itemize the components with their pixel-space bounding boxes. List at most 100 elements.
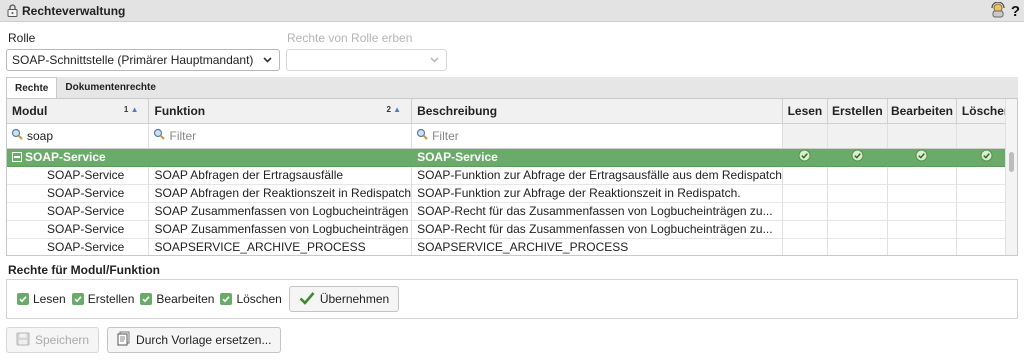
cell-funktion: SOAP Abfragen der Ertragsausfälle <box>148 166 413 185</box>
cell-lesen <box>782 238 828 255</box>
checkbox-loeschen[interactable]: Löschen <box>220 292 282 306</box>
filter-funktion-placeholder: Filter <box>169 128 197 143</box>
scrollbar-thumb[interactable] <box>1009 152 1014 172</box>
table-row[interactable]: SOAP-Service SOAP Abfragen der Reaktions… <box>7 184 1017 203</box>
group-erstellen <box>827 148 888 167</box>
check-icon <box>851 149 864 162</box>
rights-grid: Modul 1 ▲ Funktion 2 ▲ Beschreibung Lese… <box>6 98 1018 256</box>
table-row[interactable]: SOAP-Service SOAP Zusammenfassen von Log… <box>7 220 1017 239</box>
rolle-select[interactable]: SOAP-Schnittstelle (Primärer Hauptmandan… <box>6 49 280 71</box>
group-bearbeiten <box>887 148 958 167</box>
search-icon <box>416 128 428 143</box>
lock-icon <box>5 4 19 18</box>
check-icon <box>798 149 811 162</box>
cell-bearbeiten <box>887 238 958 255</box>
cell-lesen <box>782 202 828 221</box>
check-icon <box>915 149 928 162</box>
cell-bearbeiten <box>887 184 958 203</box>
filter-empty <box>782 123 828 149</box>
search-icon <box>153 128 166 143</box>
sort-indicator: 2 ▲ <box>386 105 402 114</box>
help-icon[interactable]: ? <box>1011 3 1020 21</box>
group-lesen <box>782 148 828 167</box>
column-header-modul[interactable]: Modul 1 ▲ <box>7 99 150 124</box>
apply-button[interactable]: Übernehmen <box>288 286 400 312</box>
rights-section-label: Rechte für Modul/Funktion <box>8 263 160 277</box>
cell-funktion: SOAP Zusammenfassen von Logbucheinträgen <box>148 202 413 221</box>
chevron-down-icon <box>262 53 273 70</box>
title-bar: Rechteverwaltung ? <box>0 0 1024 22</box>
cell-erstellen <box>827 166 888 185</box>
support-icon[interactable] <box>990 1 1006 21</box>
cell-bearbeiten <box>887 202 958 221</box>
document-icon <box>117 331 131 349</box>
tab-dokumentenrechte[interactable]: Dokumentenrechte <box>57 77 164 98</box>
cell-modul: SOAP-Service <box>7 238 150 255</box>
checkbox-checked-icon <box>220 293 233 305</box>
save-button[interactable]: Speichern <box>6 327 100 353</box>
erben-label: Rechte von Rolle erben <box>287 31 413 45</box>
checkmark-icon <box>299 291 315 308</box>
group-beschreibung: SOAP-Service <box>411 148 783 167</box>
cell-funktion: SOAP Zusammenfassen von Logbucheinträgen <box>148 220 413 239</box>
replace-with-template-button[interactable]: Durch Vorlage ersetzen... <box>107 327 282 353</box>
group-modul: SOAP-Service <box>7 148 150 167</box>
filter-beschreibung-placeholder: Filter <box>432 128 459 143</box>
column-header-lesen[interactable]: Lesen <box>782 99 828 124</box>
cell-bearbeiten <box>887 220 958 239</box>
cell-erstellen <box>827 184 888 203</box>
filter-modul[interactable]: soap <box>7 123 150 149</box>
checkbox-bearbeiten[interactable]: Bearbeiten <box>140 292 214 306</box>
filter-funktion[interactable]: Filter <box>148 123 413 149</box>
group-row[interactable]: SOAP-Service SOAP-Service <box>7 148 1017 167</box>
cell-beschreibung: SOAP-Funktion zur Abfrage der Ertragsaus… <box>411 166 783 185</box>
cell-beschreibung: SOAPSERVICE_ARCHIVE_PROCESS <box>411 238 783 255</box>
cell-funktion: SOAPSERVICE_ARCHIVE_PROCESS <box>148 238 413 255</box>
rolle-select-value: SOAP-Schnittstelle (Primärer Hauptmandan… <box>12 53 254 67</box>
cell-beschreibung: SOAP-Funktion zur Abfrage der Reaktionsz… <box>411 184 783 203</box>
collapse-icon[interactable] <box>12 152 22 162</box>
cell-lesen <box>782 166 828 185</box>
filter-empty <box>887 123 958 149</box>
cell-funktion: SOAP Abfragen der Reaktionszeit in Redis… <box>148 184 413 203</box>
cell-modul: SOAP-Service <box>7 184 150 203</box>
rolle-label: Rolle <box>8 31 36 45</box>
cell-bearbeiten <box>887 166 958 185</box>
column-header-funktion[interactable]: Funktion 2 ▲ <box>148 99 413 124</box>
checkbox-erstellen[interactable]: Erstellen <box>71 292 134 306</box>
cell-beschreibung: SOAP-Recht für das Zusammenfassen von Lo… <box>411 202 783 221</box>
sort-indicator: 1 ▲ <box>123 105 139 114</box>
filter-modul-value: soap <box>27 128 54 143</box>
column-header-erstellen[interactable]: Erstellen <box>827 99 888 124</box>
cell-erstellen <box>827 220 888 239</box>
tab-bar: Rechte Dokumentenrechte <box>6 77 1018 98</box>
cell-modul: SOAP-Service <box>7 166 150 185</box>
group-funktion <box>148 148 413 167</box>
table-row[interactable]: SOAP-Service SOAPSERVICE_ARCHIVE_PROCESS… <box>7 238 1017 255</box>
footer-bar: Speichern Durch Vorlage ersetzen... <box>6 327 282 353</box>
window-title: Rechteverwaltung <box>22 3 126 18</box>
filter-empty <box>827 123 888 149</box>
filter-beschreibung[interactable]: Filter <box>411 123 783 149</box>
rights-panel: Lesen Erstellen Bearbeiten Löschen Übern… <box>6 279 1018 319</box>
floppy-disk-icon <box>16 332 30 349</box>
cell-beschreibung: SOAP-Recht für das Zusammenfassen von Lo… <box>411 220 783 239</box>
tab-rechte[interactable]: Rechte <box>6 77 58 98</box>
cell-modul: SOAP-Service <box>7 220 150 239</box>
checkbox-checked-icon <box>17 293 29 305</box>
cell-erstellen <box>827 238 888 255</box>
column-header-beschreibung[interactable]: Beschreibung <box>411 99 783 124</box>
erben-select[interactable] <box>286 49 447 71</box>
vertical-scrollbar[interactable] <box>1005 99 1017 255</box>
check-icon <box>980 149 993 162</box>
cell-lesen <box>782 220 828 239</box>
chevron-down-icon <box>429 53 440 70</box>
checkbox-checked-icon <box>71 293 84 305</box>
column-header-bearbeiten[interactable]: Bearbeiten <box>887 99 958 124</box>
cell-modul: SOAP-Service <box>7 202 150 221</box>
table-row[interactable]: SOAP-Service SOAP Zusammenfassen von Log… <box>7 202 1017 221</box>
table-row[interactable]: SOAP-Service SOAP Abfragen der Ertragsau… <box>7 166 1017 185</box>
checkbox-checked-icon <box>140 293 153 305</box>
checkbox-lesen[interactable]: Lesen <box>17 292 66 306</box>
search-icon <box>11 128 23 143</box>
